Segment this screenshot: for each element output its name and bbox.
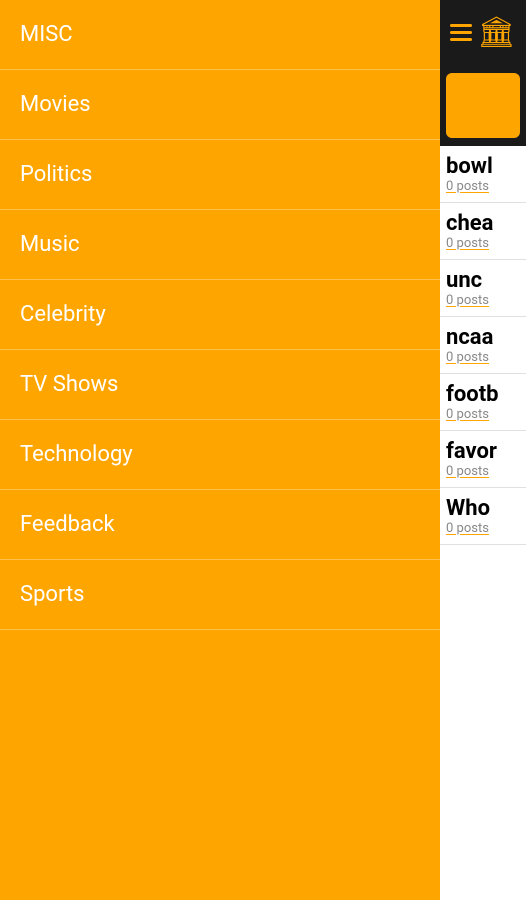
- right-header: 🏛: [440, 0, 526, 65]
- topic-item-bowl[interactable]: bowl 0 posts: [440, 146, 526, 203]
- sidebar-item-label: Politics: [20, 162, 92, 187]
- topic-title: footb: [446, 382, 522, 407]
- topic-item-favor[interactable]: favor 0 posts: [440, 431, 526, 488]
- sidebar-item-misc[interactable]: MISC: [0, 0, 440, 70]
- topic-posts: 0 posts: [446, 350, 522, 365]
- sidebar-item-label: Sports: [20, 582, 85, 607]
- topic-item-chea[interactable]: chea 0 posts: [440, 203, 526, 260]
- sidebar-item-label: Music: [20, 232, 80, 257]
- search-box[interactable]: [446, 73, 520, 138]
- sidebar-item-tv-shows[interactable]: TV Shows: [0, 350, 440, 420]
- topic-title: chea: [446, 211, 522, 236]
- right-panel: 🏛 bowl 0 posts chea 0 posts unc 0 posts …: [440, 0, 526, 900]
- sidebar-item-music[interactable]: Music: [0, 210, 440, 280]
- topic-item-footb[interactable]: footb 0 posts: [440, 374, 526, 431]
- sidebar-item-sports[interactable]: Sports: [0, 560, 440, 630]
- topic-posts: 0 posts: [446, 464, 522, 479]
- topic-title: favor: [446, 439, 522, 464]
- sidebar-item-label: Celebrity: [20, 302, 106, 327]
- sidebar-item-technology[interactable]: Technology: [0, 420, 440, 490]
- topic-posts: 0 posts: [446, 293, 522, 308]
- sidebar-item-label: TV Shows: [20, 372, 118, 397]
- sidebar-item-movies[interactable]: Movies: [0, 70, 440, 140]
- bank-icon[interactable]: 🏛: [477, 15, 515, 50]
- topic-posts: 0 posts: [446, 179, 522, 194]
- topic-title: Who: [446, 496, 522, 521]
- sidebar-item-feedback[interactable]: Feedback: [0, 490, 440, 560]
- sidebar-item-label: Technology: [20, 442, 133, 467]
- topic-posts: 0 posts: [446, 407, 522, 422]
- topic-item-who[interactable]: Who 0 posts: [440, 488, 526, 545]
- sidebar-item-label: Feedback: [20, 512, 115, 537]
- topics-list: bowl 0 posts chea 0 posts unc 0 posts nc…: [440, 146, 526, 900]
- topic-item-unc[interactable]: unc 0 posts: [440, 260, 526, 317]
- sidebar-item-politics[interactable]: Politics: [0, 140, 440, 210]
- topic-title: ncaa: [446, 325, 522, 350]
- topic-title: unc: [446, 268, 522, 293]
- sidebar-item-celebrity[interactable]: Celebrity: [0, 280, 440, 350]
- hamburger-icon[interactable]: [450, 24, 472, 41]
- topic-item-ncaa[interactable]: ncaa 0 posts: [440, 317, 526, 374]
- topic-title: bowl: [446, 154, 522, 179]
- topic-posts: 0 posts: [446, 521, 522, 536]
- sidebar-item-label: MISC: [20, 22, 73, 47]
- topic-posts: 0 posts: [446, 236, 522, 251]
- sidebar-item-label: Movies: [20, 92, 91, 117]
- sidebar: MISC Movies Politics Music Celebrity TV …: [0, 0, 440, 900]
